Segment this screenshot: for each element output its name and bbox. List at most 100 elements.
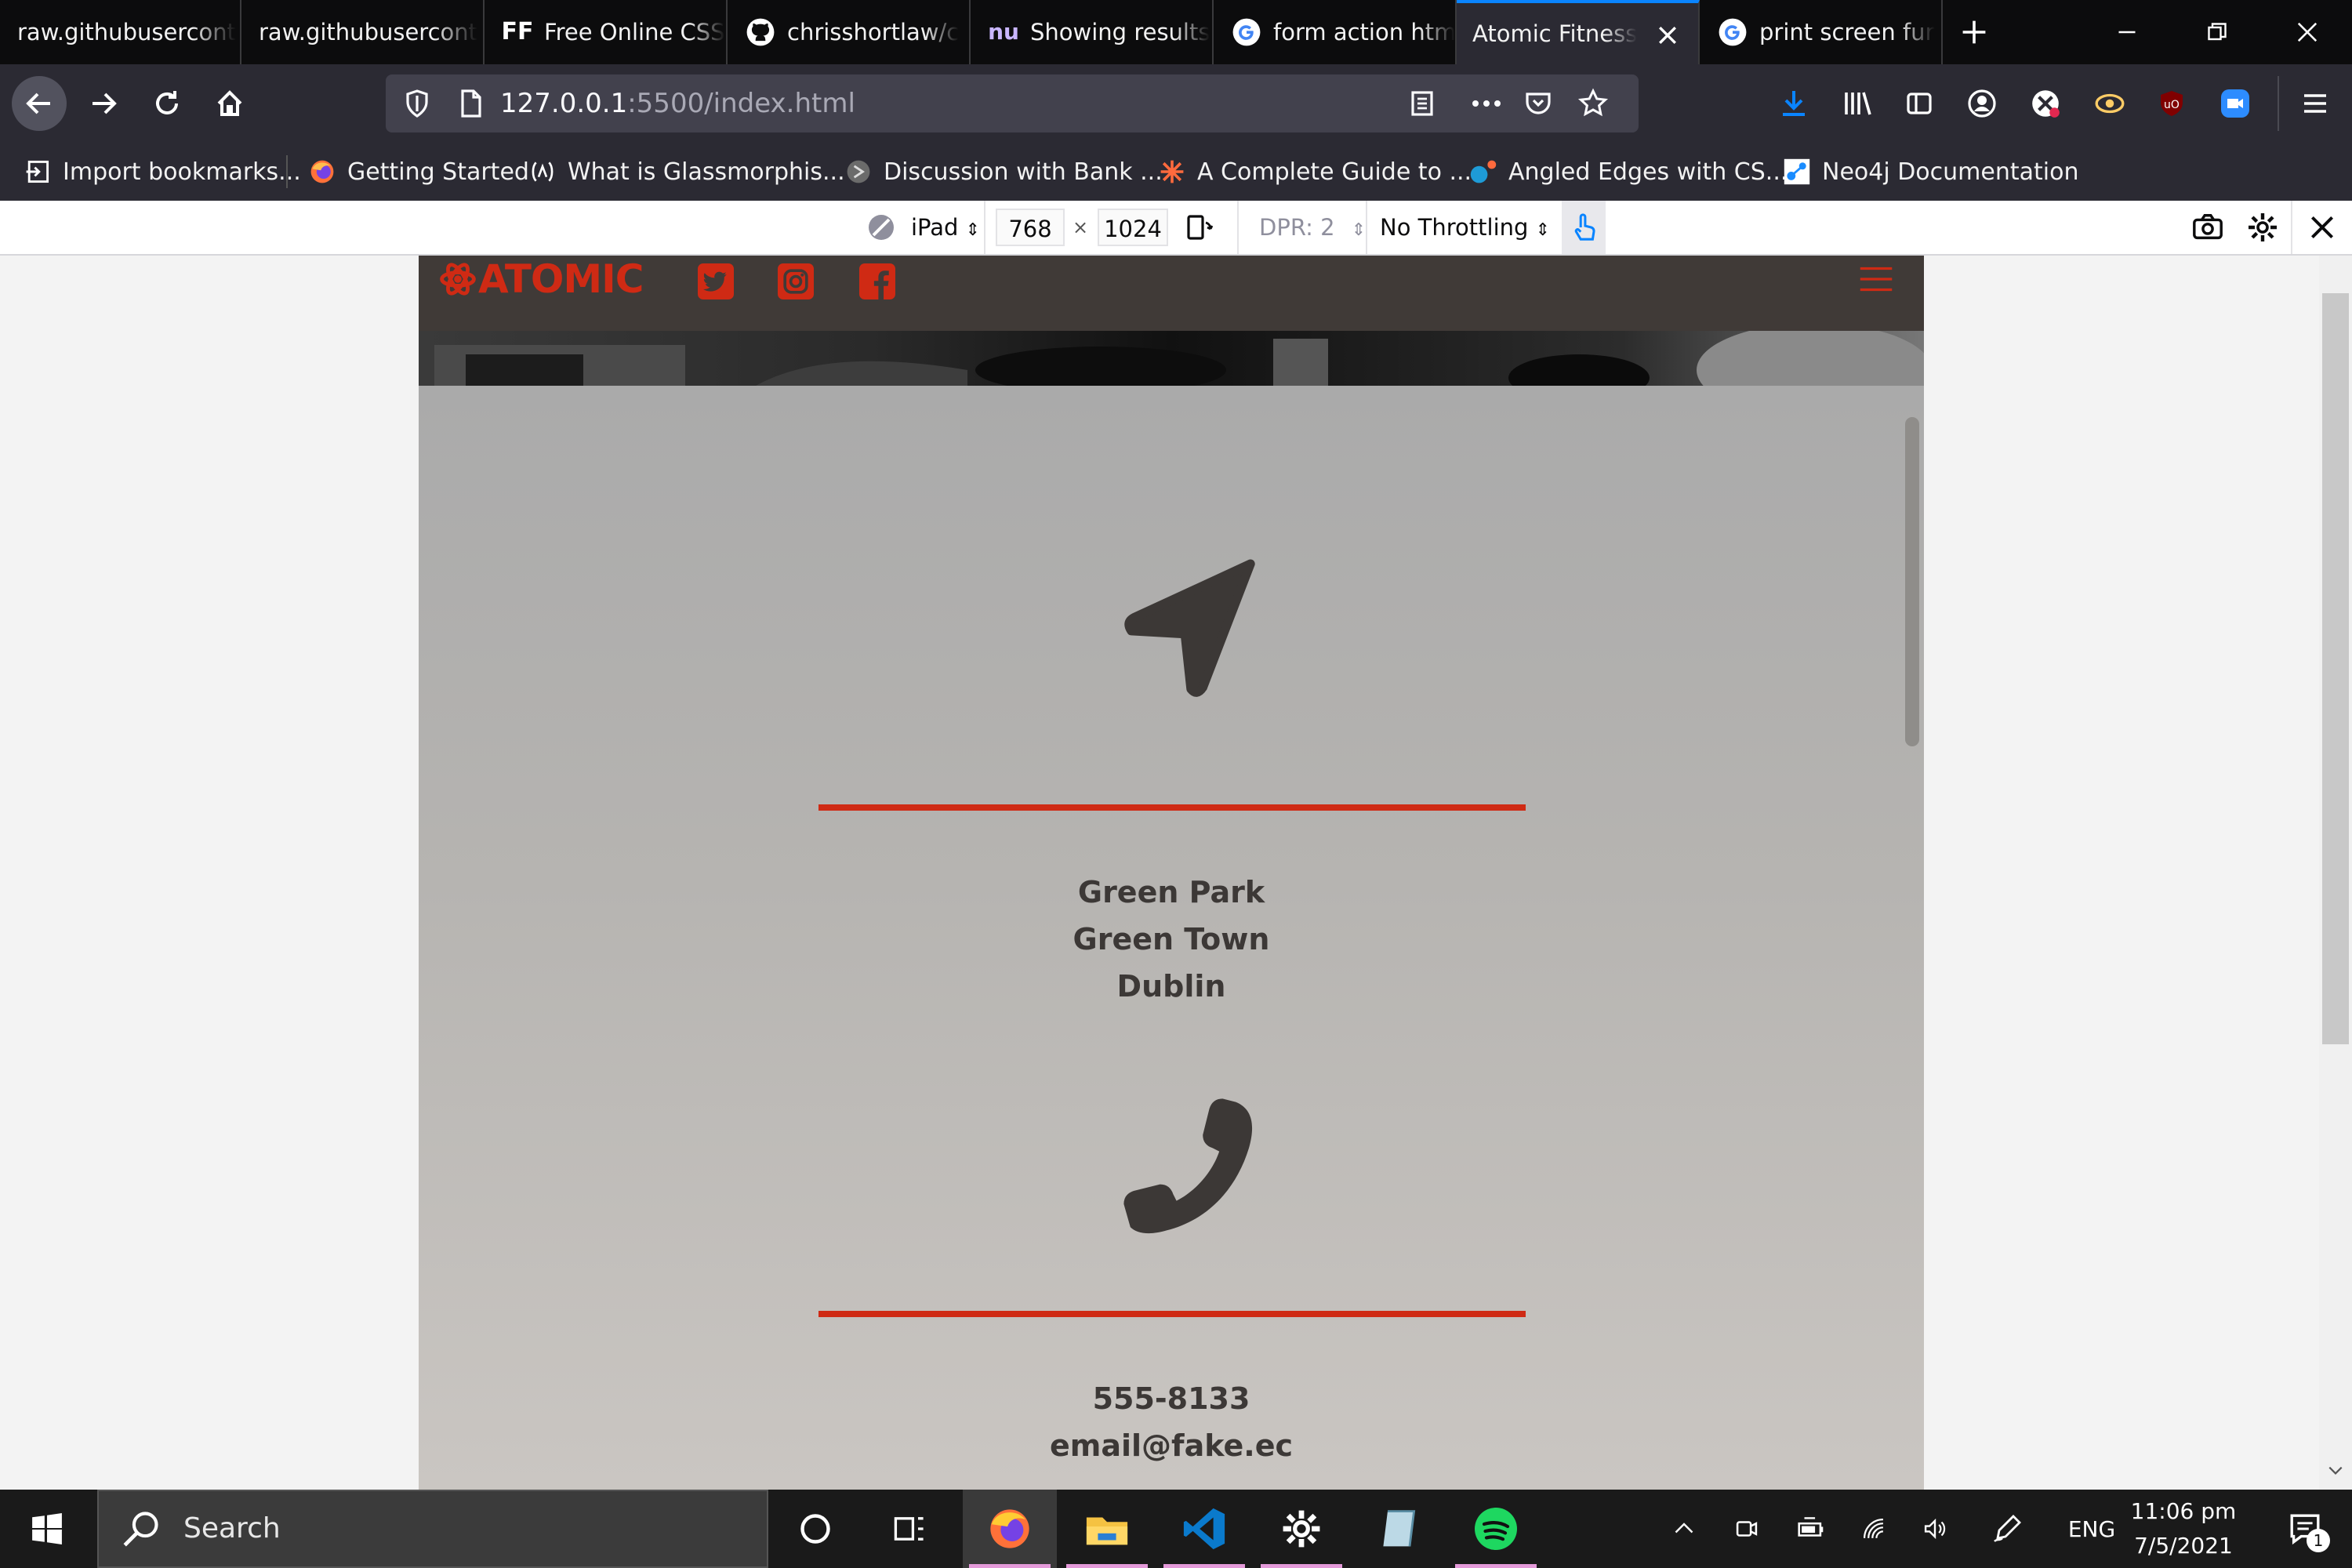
- device-selector[interactable]: iPad ⇕: [911, 201, 980, 254]
- page-scrollbar-thumb[interactable]: [2322, 293, 2349, 1044]
- instagram-icon[interactable]: [778, 263, 814, 299]
- windows-start-icon[interactable]: [0, 1490, 94, 1568]
- bookmark-star-icon[interactable]: [1577, 88, 1609, 119]
- volume-icon[interactable]: [1913, 1490, 1957, 1568]
- scroll-down-icon[interactable]: [2327, 1461, 2344, 1479]
- email-address: email@fake.ec: [1050, 1428, 1293, 1463]
- bookmark-neo4j[interactable]: Neo4j Documentation: [1781, 143, 2078, 201]
- close-rdm-icon[interactable]: [2308, 213, 2336, 241]
- file-explorer-icon[interactable]: [1060, 1490, 1154, 1568]
- hamburger-menu-icon[interactable]: [1858, 265, 1894, 293]
- tab-1[interactable]: raw.githubusercont: [0, 0, 241, 64]
- facebook-icon[interactable]: [859, 263, 895, 299]
- forward-icon[interactable]: [76, 76, 131, 131]
- cortana-icon[interactable]: [768, 1490, 862, 1568]
- phone-icon: [1101, 1076, 1265, 1240]
- ff-logo-icon: FF: [501, 18, 534, 45]
- throttling-label: No Throttling: [1380, 214, 1529, 241]
- reader-view-icon[interactable]: [1406, 88, 1438, 119]
- tab-title: chrisshortlaw/c: [787, 19, 960, 45]
- google-icon: [1231, 16, 1262, 48]
- tab-3[interactable]: FF Free Online CSS: [485, 0, 728, 64]
- pen-workspace-icon[interactable]: [1984, 1490, 2031, 1568]
- wifi-icon[interactable]: [1852, 1490, 1896, 1568]
- close-window-icon[interactable]: [2262, 0, 2352, 64]
- more-actions-icon[interactable]: [1468, 88, 1505, 119]
- zoom-extension-icon[interactable]: [2208, 76, 2263, 131]
- hero-image: [419, 331, 1924, 386]
- viewport-width-input[interactable]: 768: [996, 209, 1065, 246]
- tab-5[interactable]: nu Showing results: [971, 0, 1214, 64]
- device-viewport: ATOMIC Green Park Green Town Dublin 555-…: [419, 256, 1924, 1490]
- bookmark-complete-guide[interactable]: A Complete Guide to ...: [1156, 143, 1472, 201]
- taskbar-search-box[interactable]: Search: [97, 1490, 768, 1568]
- bookmarks-toolbar: Import bookmarks... Getting Started What…: [0, 143, 2352, 201]
- bookmark-getting-started[interactable]: Getting Started: [307, 143, 529, 201]
- dropdown-arrows-icon: ⇕: [965, 220, 981, 240]
- tab-6[interactable]: form action htm: [1214, 0, 1457, 64]
- tab-8[interactable]: print screen fur: [1700, 0, 1943, 64]
- sidebar-icon[interactable]: [1892, 76, 1947, 131]
- language-indicator[interactable]: ENG: [2060, 1490, 2123, 1568]
- spotify-icon[interactable]: [1449, 1490, 1543, 1568]
- downloads-icon[interactable]: [1766, 76, 1821, 131]
- url-bar[interactable]: 127.0.0.1:5500/index.html: [386, 74, 1639, 132]
- meet-now-icon[interactable]: [1725, 1490, 1769, 1568]
- restore-icon[interactable]: [2172, 0, 2262, 64]
- shield-icon[interactable]: [401, 88, 433, 119]
- home-icon[interactable]: [202, 76, 257, 131]
- reload-icon[interactable]: [140, 76, 194, 131]
- back-icon[interactable]: [12, 76, 67, 131]
- screenshot-icon[interactable]: [2191, 212, 2224, 243]
- task-view-icon[interactable]: [862, 1490, 956, 1568]
- dpr-label: DPR: 2: [1259, 214, 1335, 241]
- account-icon[interactable]: [1955, 76, 2009, 131]
- new-tab-icon[interactable]: [1943, 0, 2005, 64]
- viewport-scrollbar-thumb[interactable]: [1905, 417, 1919, 746]
- tab-atomic-fitness[interactable]: Atomic Fitness |: [1457, 0, 1700, 64]
- dpr-selector[interactable]: DPR: 2 ⇕: [1259, 201, 1366, 254]
- touch-simulation-icon[interactable]: [1562, 201, 1606, 254]
- close-tab-icon[interactable]: [1653, 20, 1682, 50]
- ublock-icon[interactable]: uO: [2144, 76, 2199, 131]
- bookmark-angled-edges[interactable]: Angled Edges with CS...: [1468, 143, 1788, 201]
- bookmark-import[interactable]: Import bookmarks...: [22, 143, 301, 201]
- page-scrollbar[interactable]: [2319, 256, 2352, 1490]
- app-menu-icon[interactable]: [2288, 76, 2343, 131]
- clock-date: 7/5/2021: [2134, 1533, 2233, 1559]
- site-logo[interactable]: ATOMIC: [439, 256, 644, 303]
- url-text[interactable]: 127.0.0.1:5500/index.html: [500, 74, 855, 132]
- bookmark-label: Discussion with Bank ...: [884, 158, 1163, 186]
- action-center-icon[interactable]: 1: [2274, 1490, 2336, 1568]
- viewport-height-input[interactable]: 1024: [1098, 209, 1168, 246]
- vscode-icon[interactable]: [1157, 1490, 1251, 1568]
- extension-globe-icon[interactable]: [2018, 76, 2073, 131]
- firefox-icon: [307, 156, 338, 187]
- notebook-app-icon[interactable]: [1352, 1490, 1446, 1568]
- accent-divider: [818, 1311, 1526, 1317]
- bookmark-discussion[interactable]: Discussion with Bank ...: [843, 143, 1163, 201]
- battery-icon[interactable]: [1789, 1490, 1833, 1568]
- dropdown-arrows-icon: ⇕: [1535, 220, 1551, 240]
- clock[interactable]: 11:06 pm 7/5/2021: [2125, 1490, 2242, 1568]
- tab-title: Atomic Fitness |: [1472, 20, 1637, 47]
- tab-title: Showing results: [1030, 19, 1210, 45]
- twitter-icon[interactable]: [698, 263, 734, 299]
- tab-strip: raw.githubusercont raw.githubusercont FF…: [0, 0, 2352, 64]
- minimize-icon[interactable]: [2082, 0, 2172, 64]
- bookmark-glassmorphism[interactable]: What is Glassmorphis...: [527, 143, 845, 201]
- library-icon[interactable]: [1830, 76, 1885, 131]
- accent-divider: [818, 804, 1526, 811]
- throttling-selector[interactable]: No Throttling ⇕: [1380, 201, 1550, 254]
- settings-taskbar-icon[interactable]: [1254, 1490, 1348, 1568]
- tab-title: raw.githubusercont: [259, 19, 478, 45]
- show-hidden-icons[interactable]: [1662, 1490, 1706, 1568]
- tab-4[interactable]: chrisshortlaw/c: [728, 0, 971, 64]
- firefox-taskbar-icon[interactable]: [963, 1490, 1057, 1568]
- page-icon[interactable]: [455, 88, 486, 119]
- rotate-viewport-icon[interactable]: [1184, 212, 1215, 243]
- pocket-icon[interactable]: [1523, 88, 1554, 119]
- extension-eye-icon[interactable]: [2082, 76, 2137, 131]
- tab-2[interactable]: raw.githubusercont: [241, 0, 485, 64]
- settings-gear-icon[interactable]: [2247, 212, 2278, 243]
